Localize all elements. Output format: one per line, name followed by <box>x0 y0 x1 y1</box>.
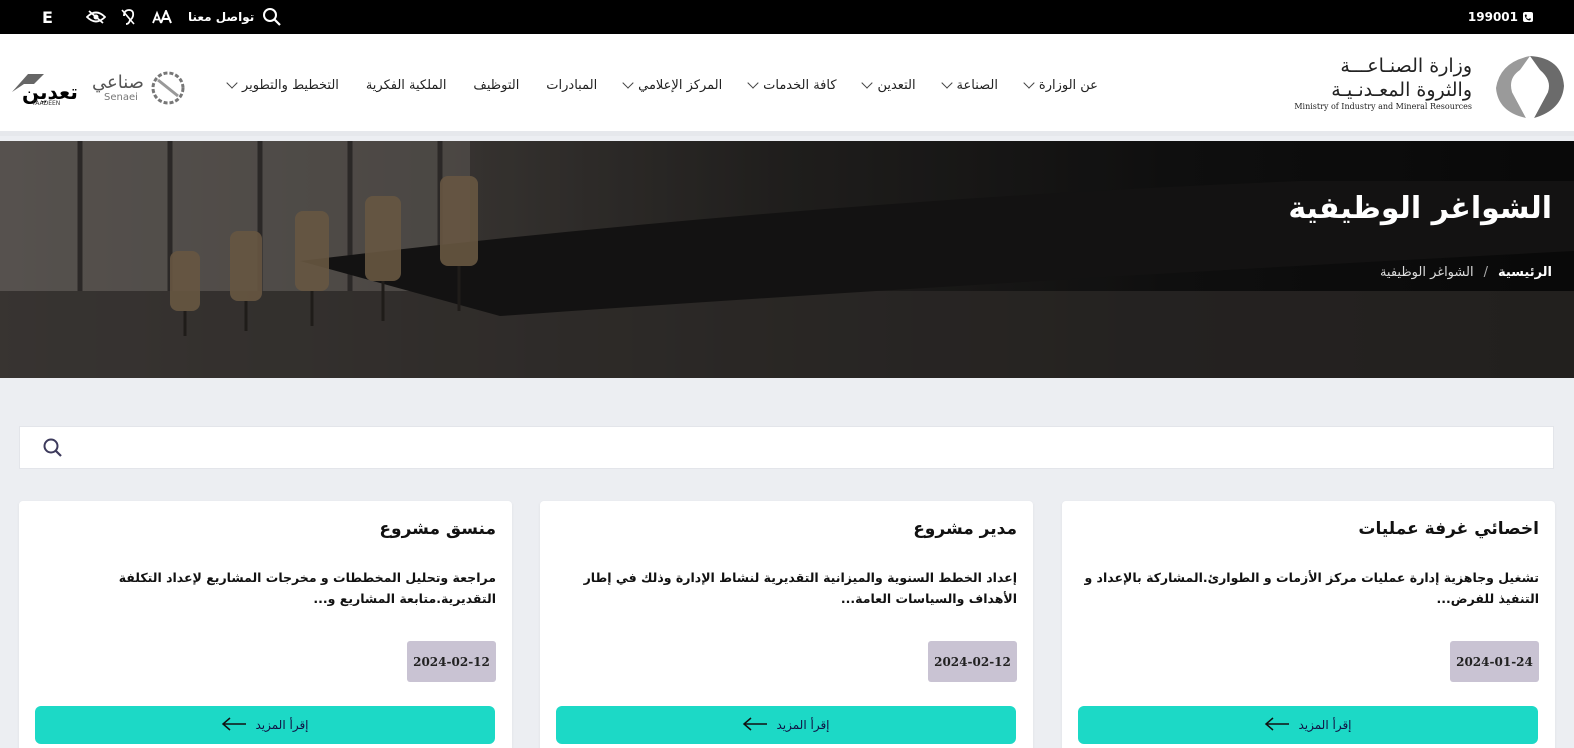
ministry-name-line1: وزارة الصنـاعـــة <box>1340 55 1472 77</box>
nav-label: التوظيف <box>473 77 520 93</box>
job-card: اخصائي غرفة عمليات تشغيل وجاهزية إدارة ع… <box>1062 501 1555 748</box>
nav-label: المركز الإعلامي <box>638 77 723 93</box>
search-bar <box>19 426 1554 469</box>
nav-item-initiatives[interactable]: المبادرات <box>546 78 597 93</box>
search-input[interactable] <box>90 427 1530 468</box>
breadcrumb: الرئيسية / الشواغر الوظيفية <box>1380 265 1552 280</box>
search-icon[interactable] <box>262 0 282 34</box>
phone-number-text: 199001 <box>1467 10 1518 24</box>
language-toggle[interactable]: E <box>42 0 53 34</box>
top-utility-bar: 199001 E تواصل معنا <box>0 0 1574 34</box>
nav-label: الملكية الفكرية <box>365 77 447 93</box>
nav-item-planning[interactable]: التخطيط والتطوير <box>226 77 339 93</box>
main-header: وزارة الصنـاعـــة والثروة المعـدنـيـة Mi… <box>0 34 1574 136</box>
breadcrumb-current: الشواغر الوظيفية <box>1379 265 1474 280</box>
read-more-button[interactable]: إقرأ المزيد <box>556 706 1016 744</box>
nav-label: التخطيط والتطوير <box>242 77 339 93</box>
contact-us-label: تواصل معنا <box>188 10 255 24</box>
read-more-button[interactable]: إقرأ المزيد <box>1078 706 1538 744</box>
arrow-left-icon <box>742 716 768 734</box>
hearing-icon[interactable] <box>120 0 136 34</box>
senaei-logo[interactable]: صناعي Senaei <box>90 68 190 108</box>
senaei-ar: صناعي <box>92 72 144 93</box>
taadeen-logo[interactable]: تعدين TAADEEN <box>10 70 78 110</box>
breadcrumb-separator: / <box>1483 265 1488 280</box>
chevron-down-icon <box>861 77 874 89</box>
read-more-label: إقرأ المزيد <box>1298 718 1352 732</box>
chevron-down-icon <box>226 77 238 89</box>
job-card: مدير مشروع إعداد الخطط السنوية والميزاني… <box>540 501 1033 748</box>
phone-icon <box>1523 12 1533 22</box>
job-description: إعداد الخطط السنوية والميزانية التقديرية… <box>583 570 1017 606</box>
font-size-icon[interactable] <box>152 0 174 34</box>
chevron-down-icon <box>940 77 953 89</box>
page-hero-banner: الشواغر الوظيفية الرئيسية / الشواغر الوظ… <box>0 141 1574 378</box>
phone-number[interactable]: 199001 <box>1468 0 1534 34</box>
nav-item-media-center[interactable]: المركز الإعلامي <box>622 77 723 93</box>
job-date-badge: 2024-01-24 <box>1450 641 1539 682</box>
page-title: الشواغر الوظيفية <box>1288 191 1552 226</box>
arrow-left-icon <box>1264 716 1290 734</box>
nav-item-mining[interactable]: التعدين <box>861 77 916 93</box>
chevron-down-icon <box>1023 77 1035 89</box>
job-card: منسق مشروع مراجعة وتحليل المخططات و مخرج… <box>19 501 512 748</box>
job-description: مراجعة وتحليل المخططات و مخرجات المشاريع… <box>118 570 496 606</box>
hero-boardroom-image <box>0 141 1574 378</box>
taadeen-en: TAADEEN <box>32 100 61 107</box>
nav-label: كافة الخدمات <box>763 77 837 93</box>
hide-eye-icon[interactable] <box>86 0 106 34</box>
language-toggle-label: E <box>42 7 53 27</box>
nav-item-industry[interactable]: الصناعة <box>940 77 998 93</box>
job-title[interactable]: منسق مشروع <box>379 519 496 539</box>
ministry-name-line2: والثروة المعـدنـيـة <box>1331 79 1472 101</box>
job-title[interactable]: اخصائي غرفة عمليات <box>1358 519 1539 539</box>
senaei-emblem-icon <box>151 71 185 105</box>
nav-label: عن الوزارة <box>1038 77 1098 93</box>
job-date-badge: 2024-02-12 <box>407 641 496 682</box>
read-more-label: إقرأ المزيد <box>255 718 309 732</box>
nav-item-services[interactable]: كافة الخدمات <box>747 77 837 93</box>
job-title[interactable]: مدير مشروع <box>913 519 1017 539</box>
chevron-down-icon <box>747 77 759 89</box>
job-description: تشغيل وجاهزية إدارة عمليات مركز الأزمات … <box>1084 570 1539 606</box>
arrow-left-icon <box>221 716 247 734</box>
ministry-emblem-icon <box>1496 56 1564 119</box>
nav-label: المبادرات <box>546 77 598 93</box>
nav-label: التعدين <box>877 77 916 93</box>
nav-item-careers[interactable]: التوظيف <box>473 78 519 93</box>
chevron-down-icon <box>622 77 634 89</box>
nav-item-intellectual-property[interactable]: الملكية الفكرية <box>366 78 447 93</box>
ministry-logo[interactable]: وزارة الصنـاعـــة والثروة المعـدنـيـة Mi… <box>1294 48 1566 122</box>
senaei-en: Senaei <box>104 92 138 103</box>
nav-label: الصناعة <box>956 77 998 93</box>
ministry-name-english: Ministry of Industry and Mineral Resourc… <box>1294 102 1472 111</box>
search-icon[interactable] <box>42 437 64 463</box>
read-more-label: إقرأ المزيد <box>776 718 830 732</box>
job-date-badge: 2024-02-12 <box>928 641 1017 682</box>
contact-us-link[interactable]: تواصل معنا <box>188 0 254 34</box>
breadcrumb-home[interactable]: الرئيسية <box>1498 265 1552 280</box>
read-more-button[interactable]: إقرأ المزيد <box>35 706 495 744</box>
main-navigation: عن الوزارة الصناعة التعدين كافة الخدمات … <box>226 34 1098 136</box>
nav-item-about[interactable]: عن الوزارة <box>1023 77 1098 93</box>
